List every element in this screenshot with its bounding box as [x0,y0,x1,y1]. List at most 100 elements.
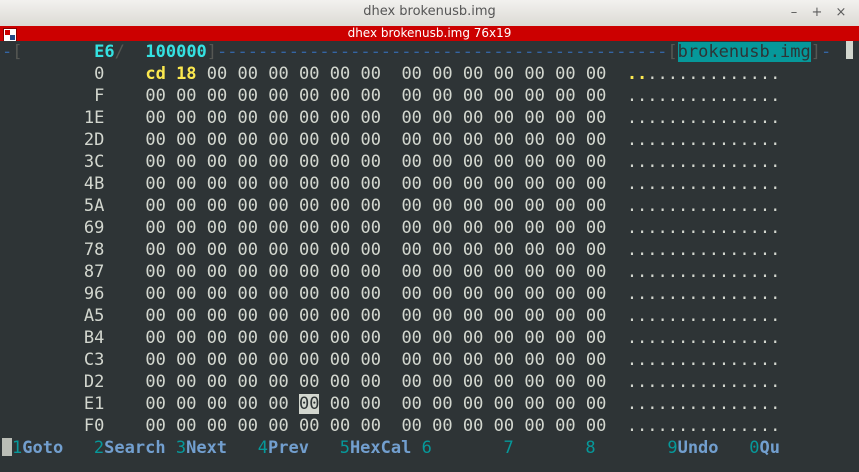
hex-byte[interactable]: 00 [207,328,227,348]
hex-byte[interactable]: 00 [299,350,319,370]
hex-byte[interactable]: 00 [207,218,227,238]
hex-byte[interactable]: 00 [586,262,606,282]
hex-byte[interactable]: 00 [463,416,483,436]
hex-byte[interactable]: 00 [238,240,258,260]
hex-byte[interactable]: 00 [145,174,165,194]
hex-byte[interactable]: 00 [330,416,350,436]
hex-byte[interactable]: 00 [145,130,165,150]
hex-byte[interactable]: 00 [238,394,258,414]
hex-byte[interactable]: 18 [176,64,196,84]
hex-byte[interactable]: 00 [268,284,288,304]
hex-byte[interactable]: 00 [463,306,483,326]
hex-byte[interactable]: 00 [524,174,544,194]
hex-byte[interactable]: 00 [238,262,258,282]
hex-byte[interactable]: 00 [555,174,575,194]
ascii-chars[interactable]: ............... [627,130,781,150]
hex-byte[interactable]: 00 [360,174,380,194]
hex-byte[interactable]: 00 [555,350,575,370]
hex-byte[interactable]: 00 [555,218,575,238]
hex-byte[interactable]: 00 [401,174,421,194]
ascii-chars[interactable]: ............... [627,152,781,172]
hex-byte[interactable]: 00 [401,262,421,282]
hex-byte[interactable]: 00 [555,108,575,128]
hex-byte[interactable]: 00 [299,240,319,260]
close-button[interactable]: × [832,4,850,22]
ascii-chars[interactable]: ............... [627,372,781,392]
hex-byte[interactable]: 00 [586,86,606,106]
hex-byte[interactable]: 00 [432,328,452,348]
hex-byte[interactable]: 00 [176,174,196,194]
hex-byte[interactable]: 00 [586,130,606,150]
hex-byte[interactable]: 00 [299,394,320,414]
hex-byte[interactable]: cd [145,64,165,84]
hex-byte[interactable]: 00 [238,86,258,106]
hex-byte[interactable]: 00 [176,196,196,216]
hex-byte[interactable]: 00 [176,394,196,414]
hex-byte[interactable]: 00 [238,64,258,84]
hex-byte[interactable]: 00 [463,240,483,260]
hex-byte[interactable]: 00 [524,130,544,150]
hex-byte[interactable]: 00 [555,306,575,326]
hex-byte[interactable]: 00 [299,86,319,106]
hex-byte[interactable]: 00 [207,416,227,436]
hex-byte[interactable]: 00 [360,240,380,260]
fkey-0[interactable]: 0Qu [749,438,780,458]
hex-byte[interactable]: 00 [299,218,319,238]
hex-byte[interactable]: 00 [555,64,575,84]
fkey-8[interactable]: 8 [585,438,595,458]
hex-byte[interactable]: 00 [268,218,288,238]
ascii-chars[interactable]: ............... [627,218,781,238]
hex-byte[interactable]: 00 [401,416,421,436]
hex-byte[interactable]: 00 [401,372,421,392]
hex-byte[interactable]: 00 [494,350,514,370]
hex-byte[interactable]: 00 [299,262,319,282]
hex-byte[interactable]: 00 [268,64,288,84]
hex-byte[interactable]: 00 [524,240,544,260]
hex-byte[interactable]: 00 [238,416,258,436]
hex-byte[interactable]: 00 [330,64,350,84]
hex-byte[interactable]: 00 [145,152,165,172]
hex-byte[interactable]: 00 [360,394,380,414]
hex-byte[interactable]: 00 [463,152,483,172]
hex-byte[interactable]: 00 [586,64,606,84]
hex-byte[interactable]: 00 [494,262,514,282]
ascii-chars[interactable]: ............... [627,328,781,348]
hex-byte[interactable]: 00 [432,108,452,128]
hex-byte[interactable]: 00 [524,108,544,128]
hex-byte[interactable]: 00 [330,306,350,326]
hex-byte[interactable]: 00 [145,262,165,282]
hex-byte[interactable]: 00 [586,328,606,348]
hex-byte[interactable]: 00 [360,196,380,216]
hex-byte[interactable]: 00 [555,262,575,282]
hex-byte[interactable]: 00 [145,196,165,216]
hex-byte[interactable]: 00 [176,86,196,106]
hex-byte[interactable]: 00 [463,394,483,414]
hex-byte[interactable]: 00 [207,196,227,216]
hex-byte[interactable]: 00 [238,196,258,216]
hex-byte[interactable]: 00 [238,108,258,128]
ascii-chars[interactable]: ............... [627,306,781,326]
hex-byte[interactable]: 00 [586,416,606,436]
hex-byte[interactable]: 00 [432,64,452,84]
hex-byte[interactable]: 00 [176,372,196,392]
hex-byte[interactable]: 00 [494,284,514,304]
hex-byte[interactable]: 00 [268,130,288,150]
hex-byte[interactable]: 00 [145,218,165,238]
hex-byte[interactable]: 00 [494,174,514,194]
hex-byte[interactable]: 00 [330,262,350,282]
hex-byte[interactable]: 00 [360,306,380,326]
hex-byte[interactable]: 00 [268,350,288,370]
hex-byte[interactable]: 00 [238,130,258,150]
hex-byte[interactable]: 00 [432,350,452,370]
hex-byte[interactable]: 00 [463,284,483,304]
hex-byte[interactable]: 00 [299,306,319,326]
hex-byte[interactable]: 00 [299,416,319,436]
hex-byte[interactable]: 00 [555,394,575,414]
hex-byte[interactable]: 00 [586,306,606,326]
hex-byte[interactable]: 00 [401,306,421,326]
hex-byte[interactable]: 00 [586,196,606,216]
hex-byte[interactable]: 00 [401,394,421,414]
hex-byte[interactable]: 00 [268,416,288,436]
hex-byte[interactable]: 00 [268,262,288,282]
hex-byte[interactable]: 00 [432,416,452,436]
